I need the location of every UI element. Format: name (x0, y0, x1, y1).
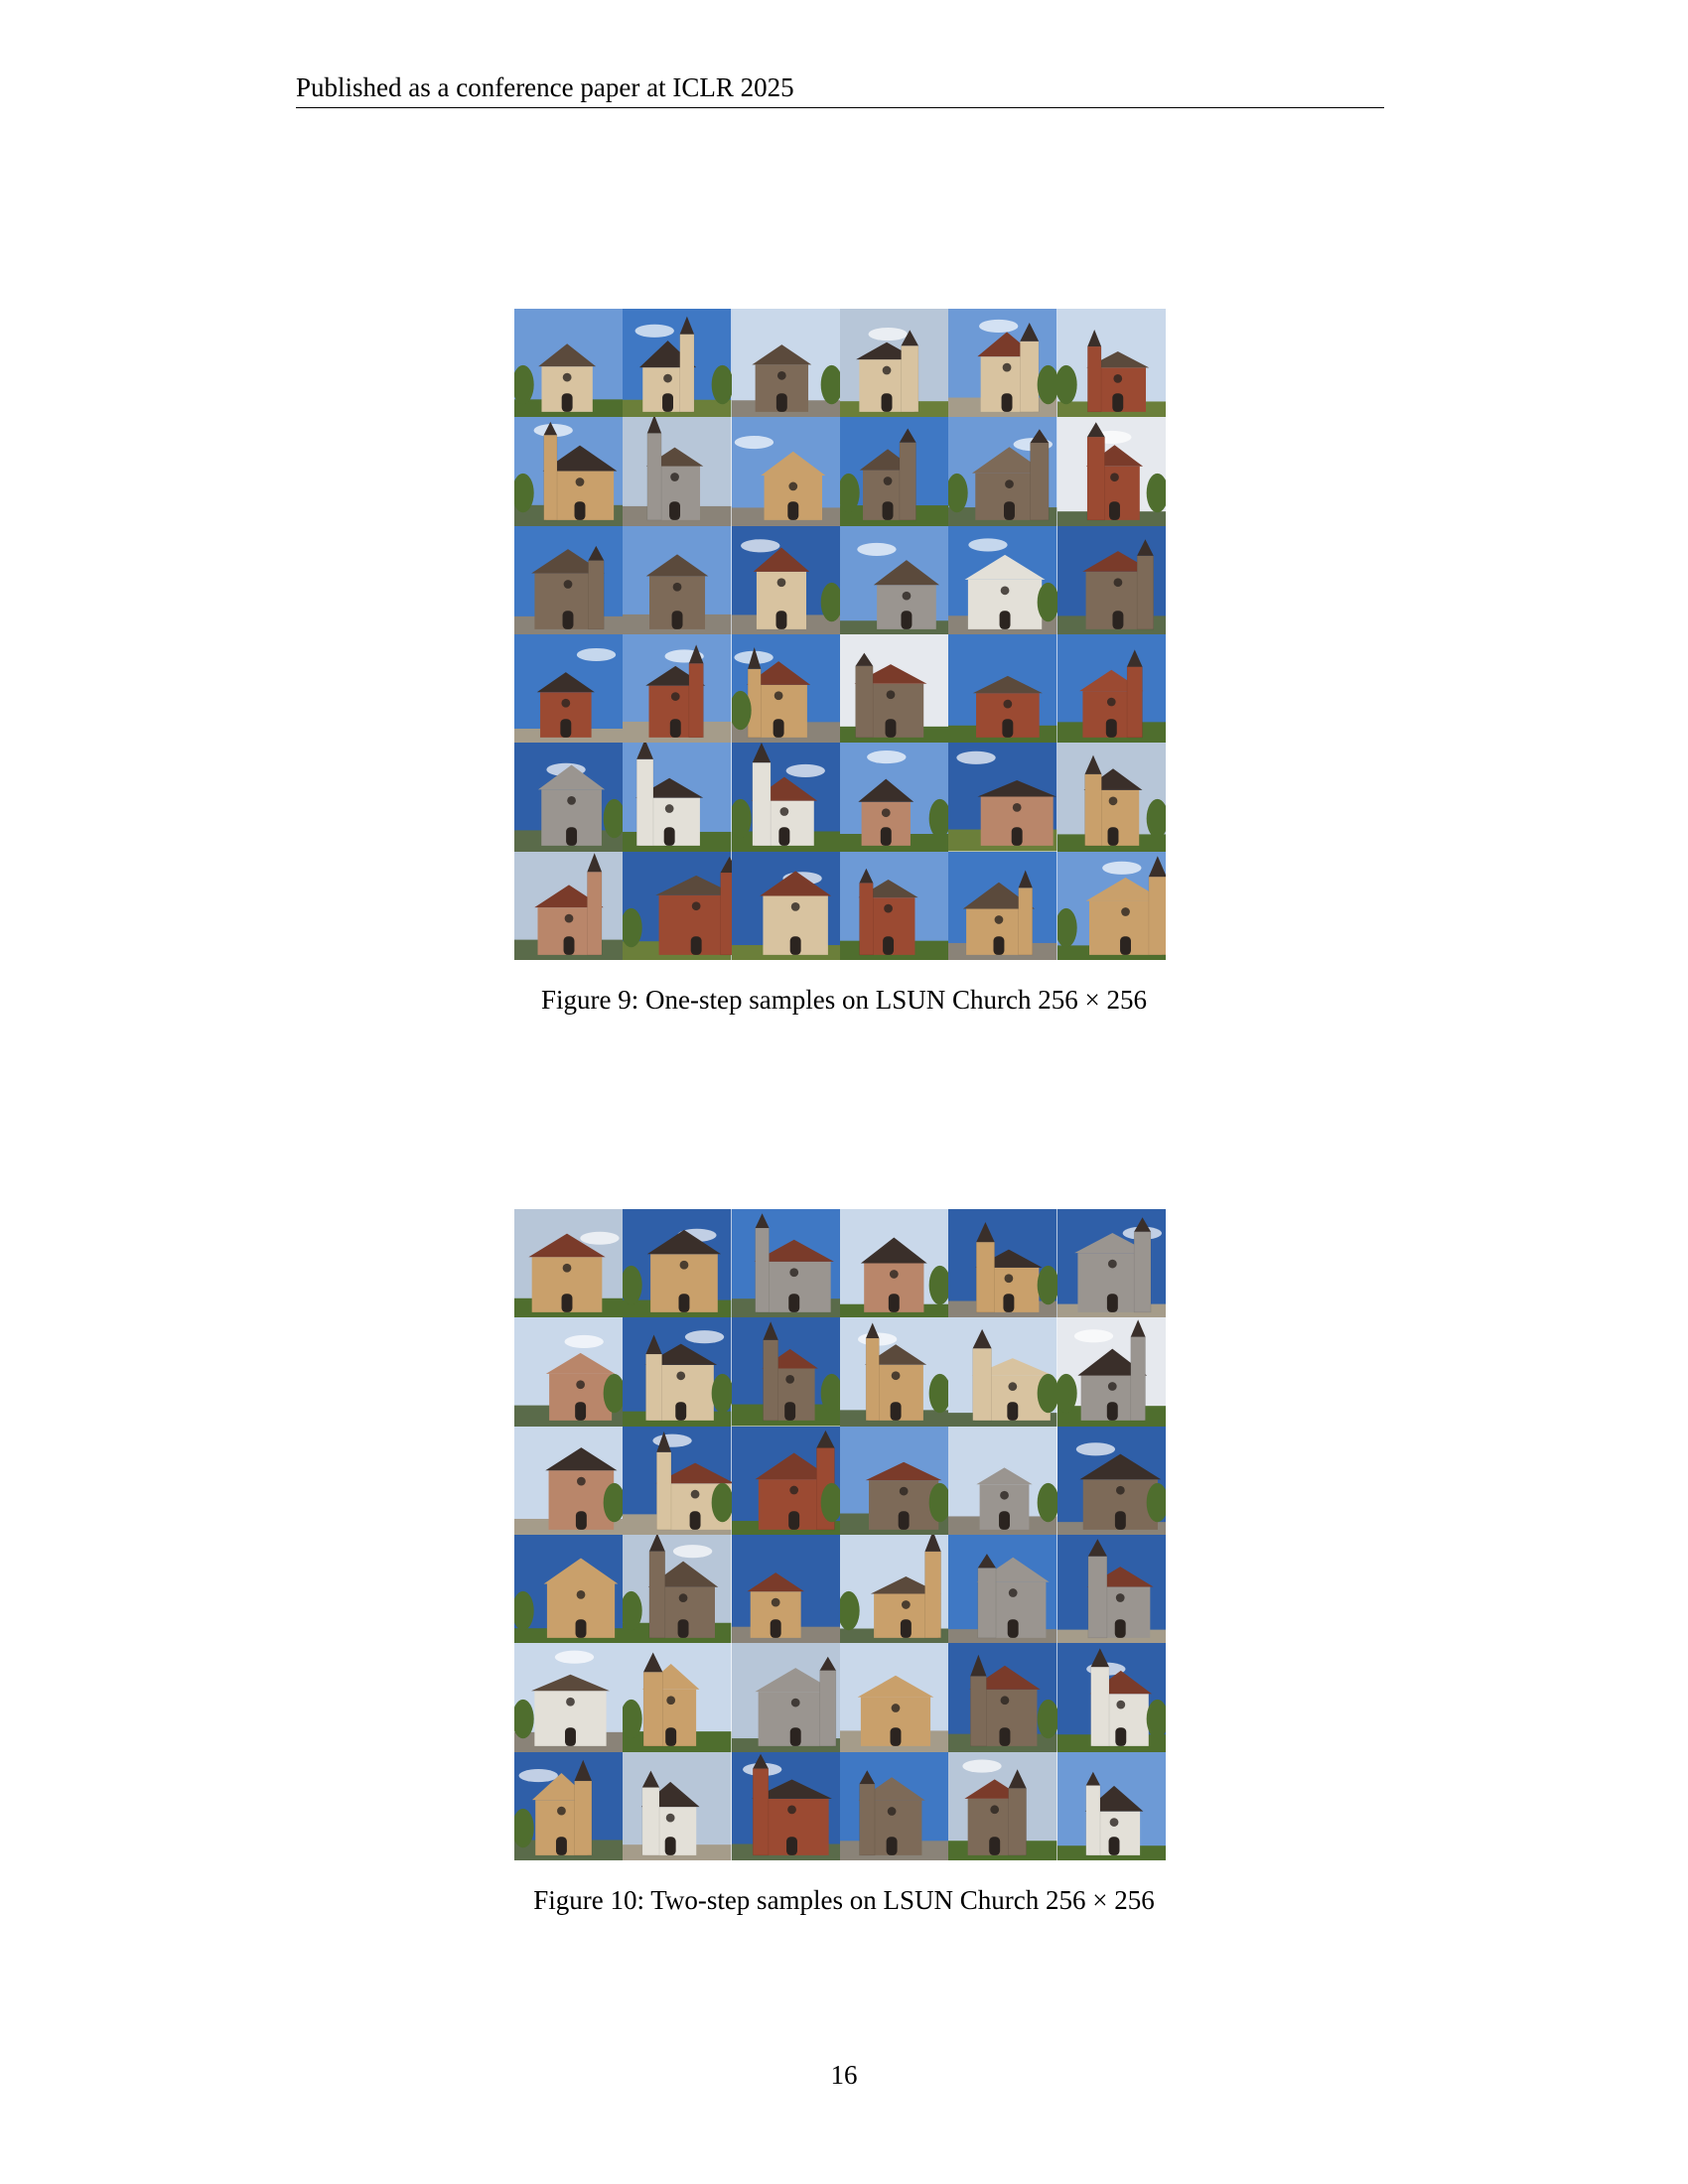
church-sample-thumbnail (1056, 417, 1166, 526)
church-sample-thumbnail (514, 1426, 624, 1535)
church-sample-thumbnail (623, 309, 732, 418)
church-sample-thumbnail (514, 1317, 624, 1427)
church-sample-thumbnail (731, 1317, 840, 1427)
church-sample-thumbnail (731, 309, 840, 418)
church-sample-thumbnail (514, 743, 624, 852)
figure-10-caption-prefix: Figure 10: (533, 1885, 644, 1915)
church-sample-thumbnail (623, 1317, 732, 1427)
running-header: Published as a conference paper at ICLR … (296, 69, 1384, 108)
church-sample-thumbnail (623, 1426, 732, 1535)
figure-9-caption-text: One-step samples on LSUN Church (645, 985, 1032, 1015)
church-sample-thumbnail (948, 1643, 1057, 1752)
church-sample-thumbnail (948, 1535, 1057, 1644)
church-sample-thumbnail (1056, 1535, 1166, 1644)
church-sample-thumbnail (514, 851, 624, 960)
church-sample-thumbnail (623, 1751, 732, 1860)
church-sample-thumbnail (1056, 1643, 1166, 1752)
church-sample-thumbnail (840, 634, 949, 744)
church-sample-thumbnail (731, 743, 840, 852)
figure-10-caption-resolution: 256 × 256 (1046, 1885, 1155, 1915)
church-sample-thumbnail (840, 851, 949, 960)
church-sample-thumbnail (1056, 743, 1166, 852)
church-sample-thumbnail (731, 1643, 840, 1752)
figure-9-caption-prefix: Figure 9: (541, 985, 639, 1015)
church-sample-thumbnail (1056, 1426, 1166, 1535)
church-sample-thumbnail (948, 851, 1057, 960)
church-sample-thumbnail (623, 525, 732, 634)
church-sample-thumbnail (731, 1426, 840, 1535)
church-sample-thumbnail (623, 1643, 732, 1752)
church-sample-thumbnail (948, 1751, 1057, 1860)
church-sample-thumbnail (731, 851, 840, 960)
church-sample-thumbnail (514, 1643, 624, 1752)
church-sample-thumbnail (623, 1535, 732, 1644)
church-sample-thumbnail (623, 851, 732, 960)
figure-9-caption-resolution: 256 × 256 (1038, 985, 1147, 1015)
church-sample-thumbnail (731, 634, 840, 744)
church-sample-thumbnail (1056, 851, 1166, 960)
church-sample-thumbnail (840, 1209, 949, 1318)
church-sample-thumbnail (623, 634, 732, 744)
church-sample-thumbnail (840, 525, 949, 634)
church-sample-thumbnail (623, 743, 732, 852)
page-number: 16 (830, 2060, 858, 2090)
church-sample-thumbnail (948, 525, 1057, 634)
church-sample-thumbnail (731, 1751, 840, 1860)
church-sample-thumbnail (948, 417, 1057, 526)
figure-9-sample-grid (514, 309, 1166, 960)
church-sample-thumbnail (731, 1209, 840, 1318)
church-sample-thumbnail (948, 634, 1057, 744)
church-sample-thumbnail (840, 417, 949, 526)
church-sample-thumbnail (731, 417, 840, 526)
church-sample-thumbnail (1056, 1751, 1166, 1860)
church-sample-thumbnail (731, 1535, 840, 1644)
church-sample-thumbnail (514, 1209, 624, 1318)
church-sample-thumbnail (840, 1535, 949, 1644)
church-sample-thumbnail (514, 634, 624, 744)
church-sample-thumbnail (840, 1643, 949, 1752)
church-sample-thumbnail (514, 1535, 624, 1644)
church-sample-thumbnail (514, 525, 624, 634)
church-sample-thumbnail (840, 1426, 949, 1535)
church-sample-thumbnail (948, 1317, 1057, 1427)
church-sample-thumbnail (1056, 309, 1166, 418)
church-sample-thumbnail (840, 1317, 949, 1427)
church-sample-thumbnail (948, 1426, 1057, 1535)
church-sample-thumbnail (1056, 525, 1166, 634)
church-sample-thumbnail (1056, 1209, 1166, 1318)
figure-10-sample-grid (514, 1209, 1166, 1860)
church-sample-thumbnail (1056, 634, 1166, 744)
church-sample-thumbnail (840, 1751, 949, 1860)
church-sample-thumbnail (514, 309, 624, 418)
figure-10-caption-text: Two-step samples on LSUN Church (650, 1885, 1040, 1915)
church-sample-thumbnail (948, 309, 1057, 418)
church-sample-thumbnail (948, 743, 1057, 852)
church-sample-thumbnail (514, 417, 624, 526)
church-sample-thumbnail (1056, 1317, 1166, 1427)
church-sample-thumbnail (731, 525, 840, 634)
church-sample-thumbnail (514, 1751, 624, 1860)
figure-10-caption: Figure 10: Two-step samples on LSUN Chur… (0, 1883, 1688, 1917)
figure-9-caption: Figure 9: One-step samples on LSUN Churc… (0, 983, 1688, 1017)
church-sample-thumbnail (948, 1209, 1057, 1318)
church-sample-thumbnail (623, 1209, 732, 1318)
church-sample-thumbnail (840, 743, 949, 852)
church-sample-thumbnail (840, 309, 949, 418)
church-sample-thumbnail (623, 417, 732, 526)
